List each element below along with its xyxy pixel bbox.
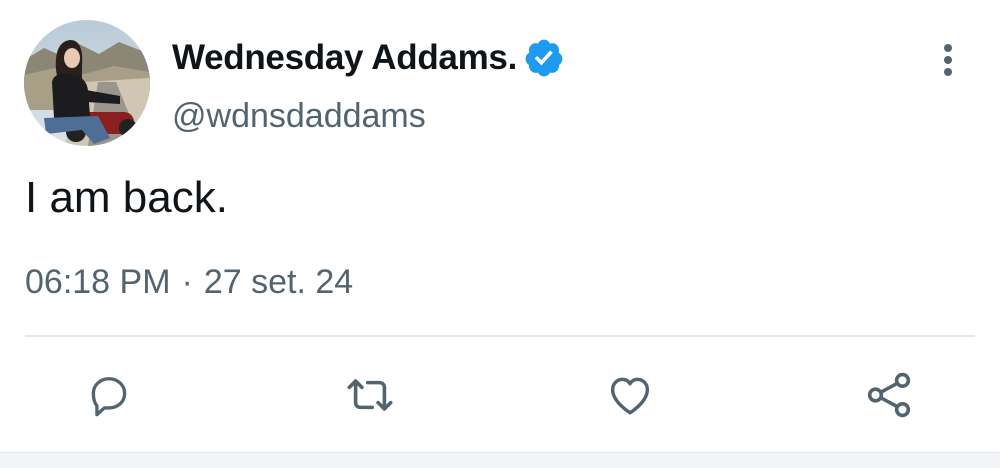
tweet-text: I am back. [25,173,228,222]
handle[interactable]: @wdnsdaddams [172,97,426,136]
retweet-button[interactable] [343,368,397,422]
share-icon [867,372,911,418]
avatar[interactable] [24,20,150,146]
timestamp[interactable]: 06:18 PM · 27 set. 24 [25,263,353,302]
reply-icon [91,377,127,417]
tweet-date: 27 set. 24 [203,263,354,301]
reply-button[interactable] [82,368,136,422]
bottom-border [0,452,1000,468]
more-options-button[interactable] [928,40,968,80]
heart-icon [610,377,650,415]
more-vertical-icon [944,44,952,76]
share-button[interactable] [862,368,916,422]
author-name-row: Wednesday Addams. [172,36,565,80]
like-button[interactable] [603,368,657,422]
tweet-card: Wednesday Addams. @wdnsdaddams I am back… [0,0,1000,468]
verified-badge-icon [525,39,563,77]
timestamp-separator: · [181,263,193,301]
divider [25,335,975,337]
display-name[interactable]: Wednesday Addams. [172,38,517,78]
tweet-time: 06:18 PM [25,263,171,301]
retweet-icon [347,379,393,411]
